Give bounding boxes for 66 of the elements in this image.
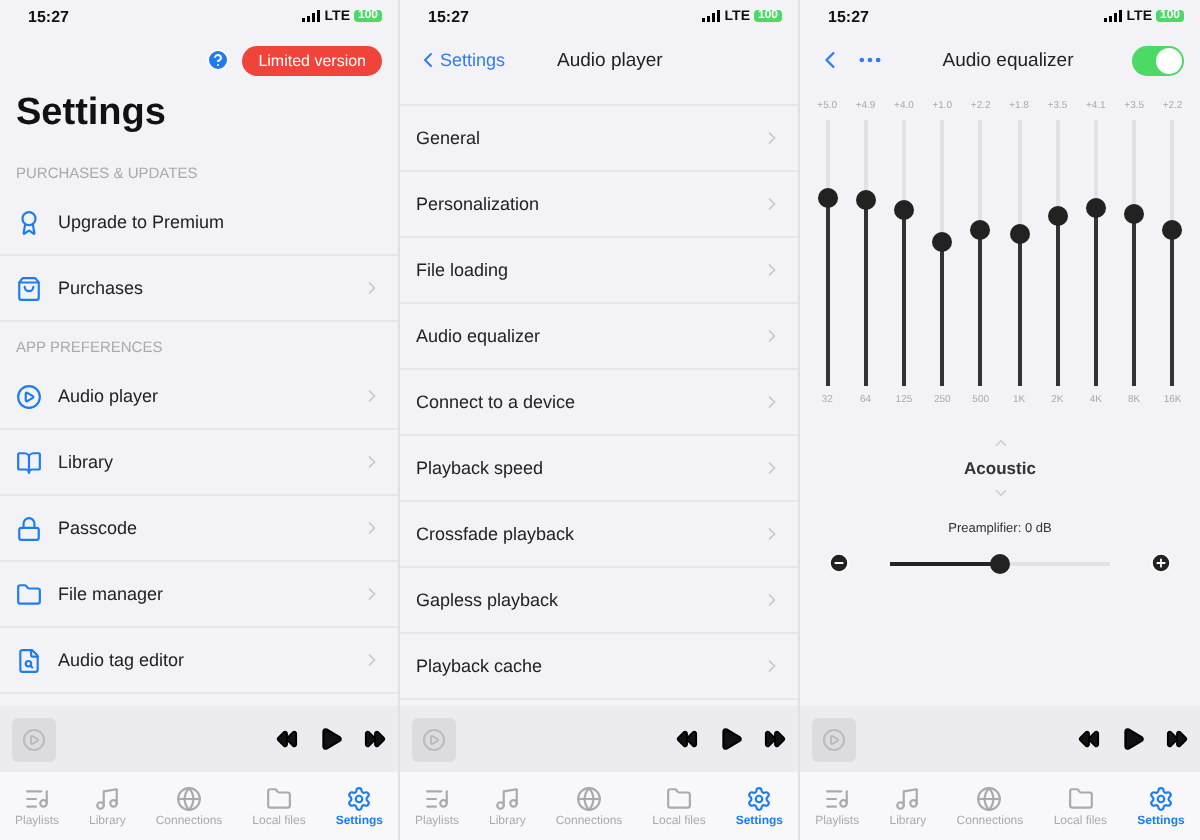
music-note-icon (94, 785, 121, 811)
settings-row[interactable]: General (400, 106, 798, 172)
artwork-placeholder (412, 717, 456, 761)
status-time: 15:27 (428, 7, 469, 25)
equalizer-toggle[interactable] (1132, 45, 1184, 75)
folder-icon (16, 581, 42, 607)
music-note-icon (894, 785, 921, 811)
nav-title: Audio equalizer (942, 49, 1074, 71)
settings-icon (1148, 785, 1174, 811)
rewind-icon[interactable] (676, 728, 698, 750)
settings-row[interactable]: Passcode (0, 496, 398, 562)
plus-icon[interactable] (1150, 552, 1172, 574)
settings-row[interactable]: Playback cache (400, 634, 798, 700)
help-icon[interactable] (206, 48, 231, 72)
settings-row[interactable]: Audio player (0, 364, 398, 430)
settings-icon (346, 785, 373, 811)
limited-version-badge[interactable]: Limited version (242, 45, 382, 75)
signal-icon (302, 10, 321, 22)
fast-forward-icon[interactable] (364, 728, 386, 750)
globe-icon (575, 785, 602, 811)
status-time: 15:27 (28, 7, 69, 25)
settings-row[interactable]: Gapless playback (400, 568, 798, 634)
playlist-icon (824, 785, 851, 811)
artwork-placeholder (12, 717, 56, 761)
shopping-bag-icon (16, 275, 42, 301)
settings-row[interactable]: Audio tag editor (0, 628, 398, 694)
settings-row[interactable]: Library (0, 430, 398, 496)
settings-row[interactable]: Connect to a device (400, 370, 798, 436)
settings-row[interactable]: Audio equalizer (400, 304, 798, 370)
signal-icon (702, 10, 721, 22)
fast-forward-icon[interactable] (764, 728, 786, 750)
play-icon[interactable] (1120, 726, 1146, 752)
rewind-icon[interactable] (276, 728, 298, 750)
settings-row[interactable]: Crossfade playback (400, 502, 798, 568)
minus-icon[interactable] (828, 552, 850, 574)
back-link[interactable]: Settings (416, 48, 506, 72)
page-title: Settings (14, 90, 168, 138)
artwork-placeholder (812, 717, 856, 761)
fast-forward-icon[interactable] (1166, 728, 1188, 750)
settings-row[interactable]: Personalization (400, 172, 798, 238)
play-icon[interactable] (318, 726, 344, 752)
play-icon (16, 383, 42, 409)
playlist-icon (23, 785, 50, 811)
settings-row[interactable]: Playback speed (400, 436, 798, 502)
award-icon (16, 209, 42, 235)
folder-icon (1067, 785, 1094, 811)
document-search-icon (16, 647, 42, 673)
folder-icon (666, 785, 692, 811)
settings-row[interactable]: Purchases (0, 256, 398, 322)
playlist-icon (423, 785, 450, 811)
play-icon[interactable] (718, 726, 744, 752)
folder-icon (266, 785, 292, 811)
settings-row[interactable]: Upgrade to Premium (0, 190, 398, 256)
rewind-icon[interactable] (1078, 728, 1100, 750)
settings-row[interactable]: File manager (0, 562, 398, 628)
settings-row[interactable]: File loading (400, 238, 798, 304)
nav-title: Audio player (557, 49, 663, 71)
lock-icon (16, 515, 42, 541)
book-icon (16, 449, 42, 475)
globe-icon (976, 785, 1003, 811)
status-time: 15:27 (828, 7, 869, 25)
signal-icon (1104, 10, 1123, 22)
preset-name: Acoustic (964, 458, 1036, 478)
music-note-icon (494, 785, 521, 811)
settings-icon (746, 785, 773, 811)
globe-icon (175, 785, 202, 811)
